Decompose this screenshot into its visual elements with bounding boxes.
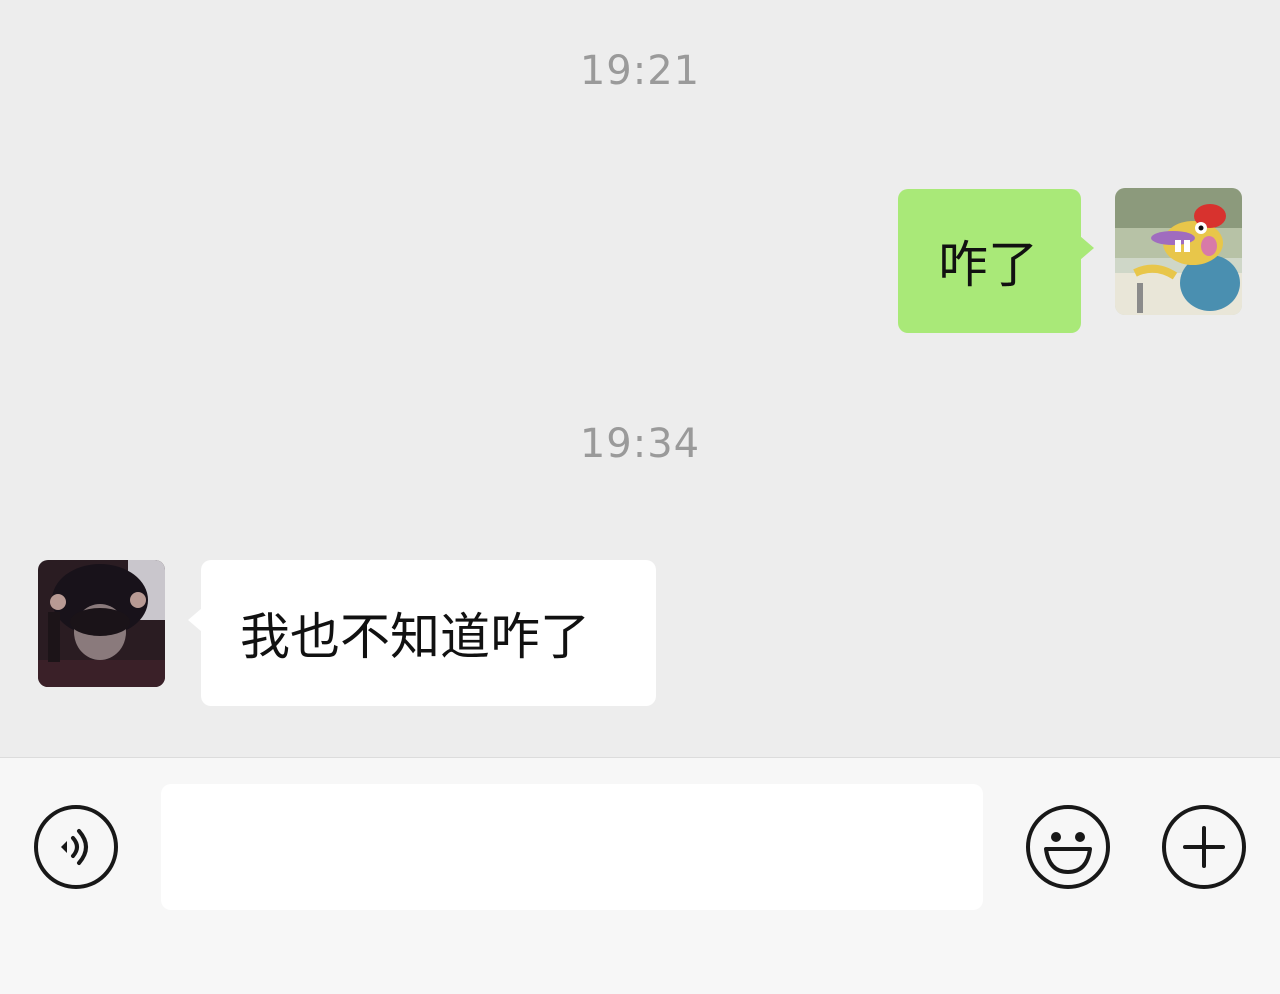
chat-area[interactable]: 19:21 咋了 19:34 我也不知道咋了 [0,0,1280,757]
plus-button[interactable] [1161,804,1247,890]
input-bar [0,757,1280,994]
timestamp: 19:21 [579,48,701,94]
bubble-tail [1080,236,1094,260]
message-text: 咋了 [938,236,1038,294]
plus-icon [1162,805,1246,889]
avatar[interactable] [38,560,165,687]
timestamp: 19:34 [579,421,701,467]
incoming-message-bubble[interactable]: 我也不知道咋了 [201,560,656,706]
hooded-person-photo-avatar [38,560,165,687]
voice-icon [34,805,118,889]
outgoing-message-bubble[interactable]: 咋了 [898,189,1081,333]
cartoon-fish-sticker-avatar [1115,188,1242,315]
avatar[interactable] [1115,188,1242,315]
voice-button[interactable] [33,804,119,890]
emoji-button[interactable] [1025,804,1111,890]
emoji-icon [1026,805,1110,889]
message-input[interactable] [161,784,983,910]
bubble-tail [188,608,202,632]
message-text: 我也不知道咋了 [240,608,590,666]
